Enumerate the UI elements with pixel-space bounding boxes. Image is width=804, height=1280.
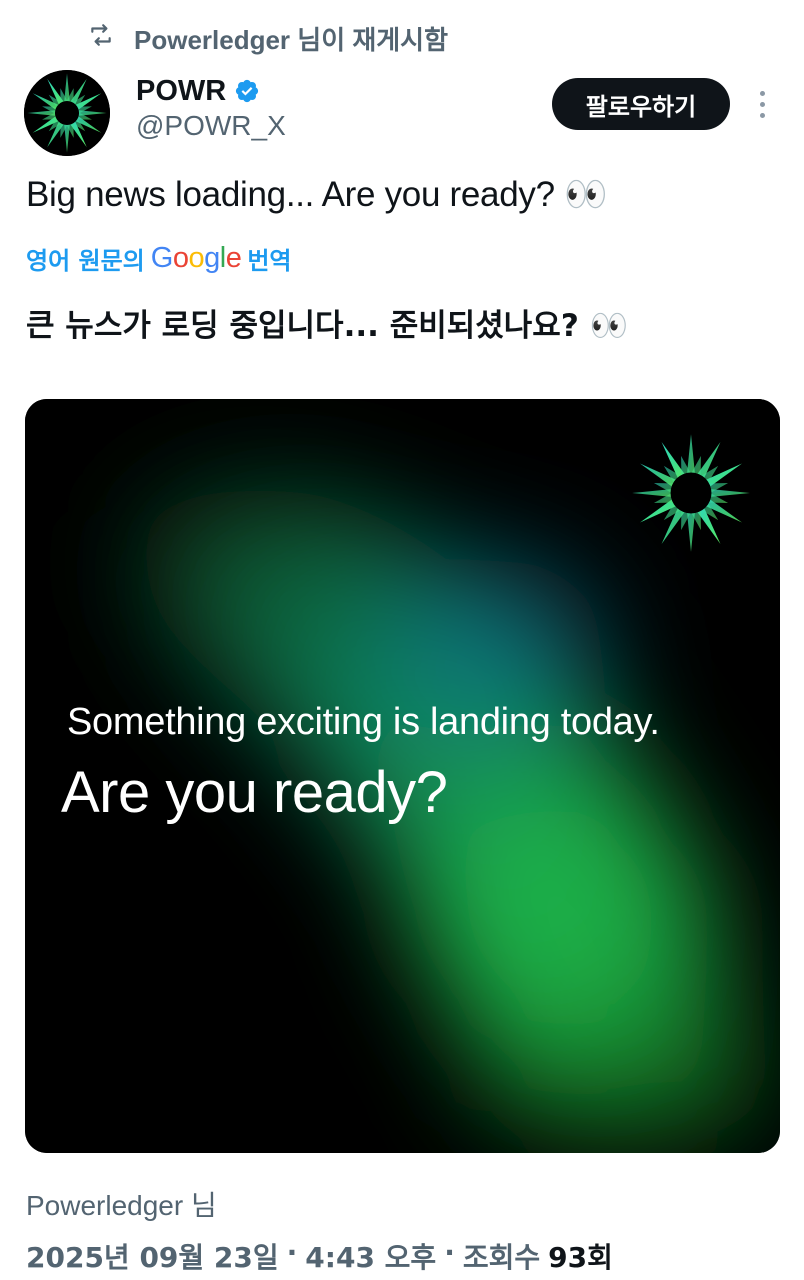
- views-count: 93회: [548, 1241, 613, 1274]
- author-name-row[interactable]: POWR: [136, 70, 260, 112]
- views-label: 조회수: [462, 1241, 541, 1274]
- follow-button[interactable]: 팔로우하기: [552, 78, 730, 130]
- powr-logo-icon: [632, 434, 750, 552]
- repost-icon: [88, 22, 114, 55]
- media-subheadline: Are you ready?: [61, 760, 448, 825]
- translation-suffix: 번역: [247, 246, 292, 275]
- google-logo: Google: [150, 241, 242, 274]
- repost-indicator[interactable]: Powerledger 님이 재게시함: [88, 18, 448, 58]
- powr-logo-icon: [24, 70, 110, 156]
- verified-badge-icon: [234, 78, 260, 104]
- tweet-date[interactable]: 2025년 09월 23일: [26, 1236, 279, 1276]
- translated-text: 큰 뉴스가 로딩 중입니다... 준비되셨나요? 👀: [26, 308, 629, 344]
- tweet-meta: 2025년 09월 23일 · 4:43 오후 · 조회수 93회: [26, 1236, 613, 1276]
- tweet-media-image[interactable]: Something exciting is landing today. Are…: [25, 399, 780, 1153]
- tweet-detail-page: Powerledger 님이 재게시함 POWR @POWR_X 팔로우하기 B…: [0, 0, 804, 1280]
- tweet-time[interactable]: 4:43 오후: [305, 1236, 436, 1276]
- avatar[interactable]: [24, 70, 110, 156]
- author-handle[interactable]: @POWR_X: [136, 110, 286, 142]
- translation-attribution[interactable]: 영어 원문의 Google 번역: [26, 240, 292, 276]
- repost-text: Powerledger 님이 재게시함: [134, 24, 449, 55]
- more-vertical-icon[interactable]: [748, 84, 776, 124]
- tweet-text: Big news loading... Are you ready? 👀: [26, 175, 608, 214]
- retweet-attribution[interactable]: Powerledger 님: [26, 1184, 217, 1224]
- display-name[interactable]: POWR: [136, 75, 226, 108]
- meta-separator: ·: [444, 1236, 455, 1269]
- translation-prefix: 영어 원문의: [26, 246, 145, 275]
- media-headline: Something exciting is landing today.: [67, 701, 660, 743]
- meta-separator: ·: [286, 1236, 298, 1269]
